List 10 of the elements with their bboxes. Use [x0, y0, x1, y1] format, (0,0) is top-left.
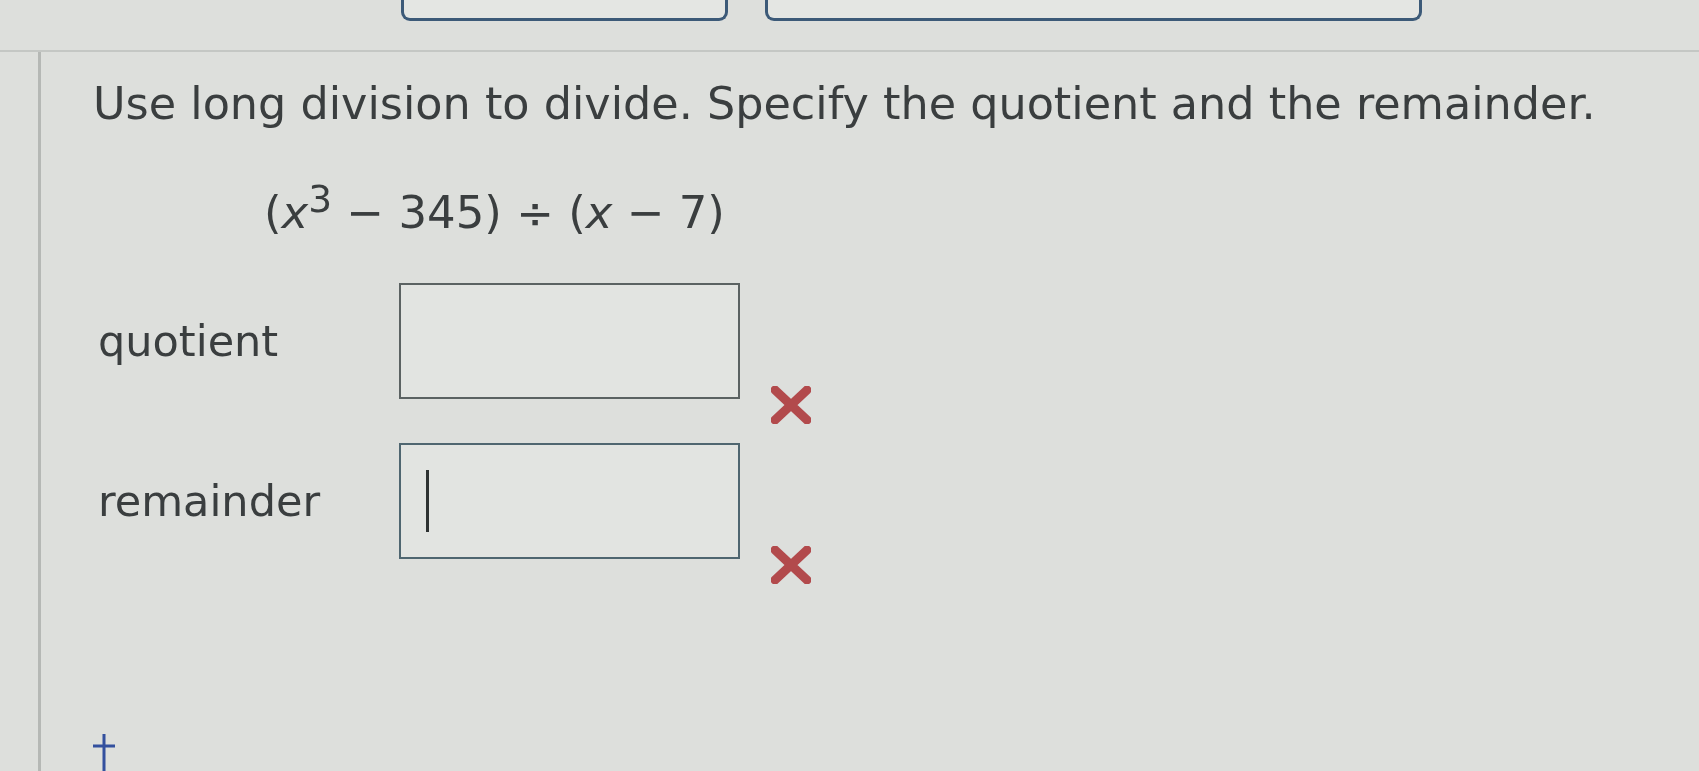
question-prompt: Use long division to divide. Specify the quotient and the remainder.	[93, 78, 1596, 130]
answer-label: remainder	[97, 475, 322, 528]
plus-icon	[93, 734, 115, 771]
toolbar-button[interactable]	[765, 0, 1422, 21]
math-expression: (x$^{3}$ − 345) ÷ (x − 7)	[264, 176, 725, 239]
toolbar-button[interactable]	[401, 0, 728, 21]
text-cursor-icon	[426, 470, 429, 532]
answer-label: quotient	[97, 315, 280, 368]
answer-box[interactable]	[399, 283, 740, 399]
answer-box[interactable]	[399, 443, 740, 559]
